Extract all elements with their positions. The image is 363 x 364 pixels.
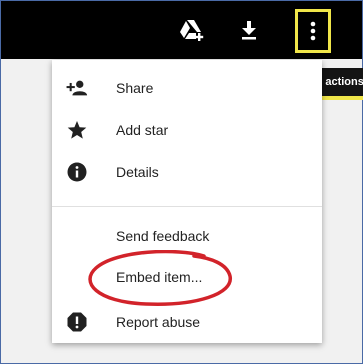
menu-item-embed-item[interactable]: Embed item...: [52, 257, 322, 297]
menu-item-label: Add star: [116, 122, 169, 138]
menu-item-label: Embed item...: [116, 269, 203, 285]
menu-item-label: Send feedback: [116, 228, 210, 244]
menu-item-label: Details: [116, 164, 159, 180]
more-actions-button[interactable]: [295, 9, 331, 53]
menu-item-add-star[interactable]: Add star: [52, 110, 322, 150]
download-icon[interactable]: [234, 15, 264, 45]
menu-item-report-abuse[interactable]: Report abuse: [52, 302, 322, 342]
menu-item-send-feedback[interactable]: Send feedback: [52, 216, 322, 256]
report-icon: [66, 311, 88, 333]
menu-item-label: Report abuse: [116, 314, 201, 330]
add-to-drive-icon[interactable]: [177, 15, 207, 45]
menu-item-details[interactable]: Details: [52, 152, 322, 192]
menu-item-share[interactable]: Share: [52, 68, 322, 108]
star-icon: [66, 119, 88, 141]
menu-item-label: Share: [116, 80, 154, 96]
person-add-icon: [66, 77, 88, 99]
menu-divider: [52, 206, 322, 207]
more-actions-menu: Share Add star Details Send feedback Emb…: [52, 60, 322, 343]
top-toolbar: [1, 1, 362, 59]
more-vert-icon: [310, 21, 316, 41]
info-icon: [66, 161, 88, 183]
